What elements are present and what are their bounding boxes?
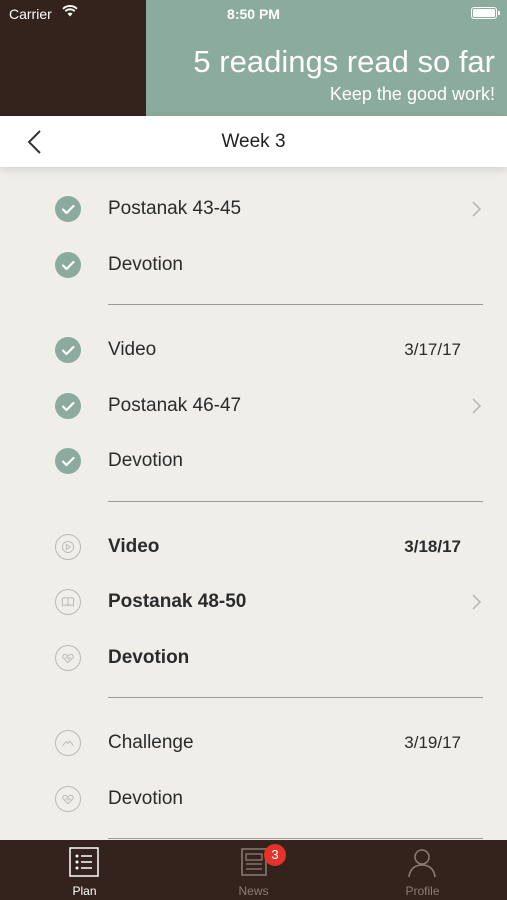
person-icon xyxy=(408,849,436,878)
list-item[interactable]: Postanak 46-47 xyxy=(0,377,507,433)
news-badge: 3 xyxy=(264,844,286,866)
list-item-label: Devotion xyxy=(108,787,183,809)
list-item-label: Devotion xyxy=(108,450,183,471)
check-icon xyxy=(55,196,81,222)
check-icon xyxy=(55,448,81,474)
list-item-label: Postanak 48-50 xyxy=(108,591,247,612)
tab-plan-label: Plan xyxy=(72,884,97,898)
list-item-label: Challenge xyxy=(108,732,194,753)
list-item-label: Video xyxy=(108,535,160,557)
check-icon xyxy=(55,251,81,278)
list-item-label: Postanak 46-47 xyxy=(108,394,242,416)
list-item[interactable]: Postanak 48-50 xyxy=(0,573,507,629)
battery-icon xyxy=(471,7,500,19)
list-item-date: 3/17/17 xyxy=(404,340,461,359)
list-item[interactable]: Devotion xyxy=(0,770,507,826)
status-bar: Carrier 8:50 PM xyxy=(0,0,507,28)
status-time: 8:50 PM xyxy=(227,6,280,22)
list-item-label: Devotion xyxy=(108,646,190,668)
tab-news-label: News xyxy=(238,884,269,898)
list-item-label: Video xyxy=(108,339,157,360)
tab-profile[interactable]: Profile xyxy=(338,840,507,900)
list-item[interactable]: Video 3/18/17 xyxy=(0,518,507,574)
book-icon xyxy=(55,589,81,615)
banner-title: 5 readings read so far xyxy=(193,44,495,79)
list-item[interactable]: Challenge 3/19/17 xyxy=(0,714,507,770)
tab-bar: Plan 3 News Profile xyxy=(0,840,507,900)
navigation-bar: Week 3 xyxy=(0,116,507,167)
list-item[interactable]: Devotion xyxy=(0,629,507,685)
list-item-label: Devotion xyxy=(108,253,183,275)
list-item[interactable]: Devotion xyxy=(0,432,507,488)
section-divider xyxy=(108,697,483,698)
tab-profile-label: Profile xyxy=(405,884,440,898)
tab-news[interactable]: 3 News xyxy=(169,840,338,900)
chevron-right-icon xyxy=(472,594,482,610)
list-item[interactable]: Postanak 43-45 xyxy=(0,180,507,236)
section-divider xyxy=(108,500,483,502)
page-title: Week 3 xyxy=(221,131,286,152)
check-icon xyxy=(55,392,81,419)
mountain-icon xyxy=(55,730,81,756)
chevron-right-icon xyxy=(472,201,482,217)
list-item[interactable]: Devotion xyxy=(0,236,507,292)
banner-subtitle: Keep the good work! xyxy=(329,84,495,104)
section-divider xyxy=(108,304,483,305)
list-item[interactable]: Video 3/17/17 xyxy=(0,321,507,377)
heart-icon xyxy=(55,644,81,671)
list-item-label: Postanak 43-45 xyxy=(108,198,242,219)
heart-icon xyxy=(55,785,81,812)
tab-plan[interactable]: Plan xyxy=(0,840,169,900)
list-icon xyxy=(69,847,99,877)
play-icon xyxy=(55,533,81,560)
reading-list: Postanak 43-45 Devotion Video 3/17/17 Postan… xyxy=(0,168,507,840)
section-divider xyxy=(108,838,483,839)
list-item-date: 3/19/17 xyxy=(404,733,461,752)
list-item-date: 3/18/17 xyxy=(404,536,461,556)
chevron-right-icon xyxy=(472,397,482,414)
check-icon xyxy=(55,337,81,363)
